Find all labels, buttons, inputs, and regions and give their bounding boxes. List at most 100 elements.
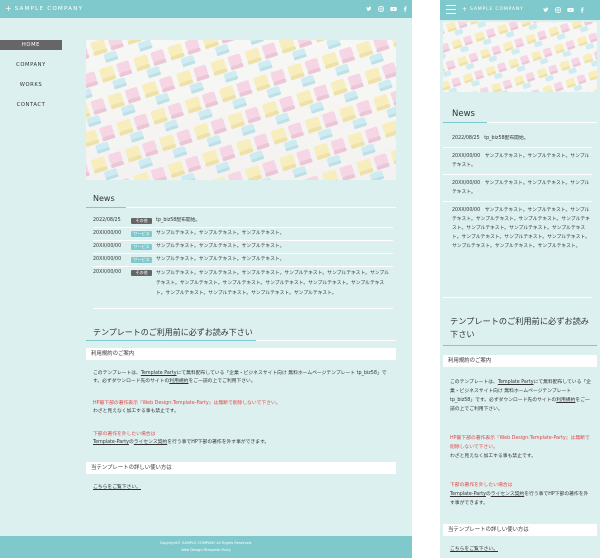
hamburger-menu-icon[interactable]: [446, 5, 456, 16]
news-divider: [93, 227, 393, 228]
sns-links: [366, 6, 408, 12]
terms-link[interactable]: 利用規約: [169, 379, 188, 384]
template-party-link[interactable]: Template Party: [498, 380, 534, 385]
copyright-note: わざと見えなく加工する事も禁止です。: [93, 409, 179, 414]
news-text: サンプルテキスト。サンプルテキスト。サンプルテキスト。サンプルテキスト。サンプル…: [156, 271, 389, 296]
logo-text: SAMPLE COMPANY: [470, 7, 524, 12]
logo-mark: +: [5, 4, 12, 13]
copyright-warning: HP最下部の著作表示『Web Design:Template-Party』は無断…: [450, 436, 590, 450]
nav-contact[interactable]: CONTACT: [0, 100, 62, 110]
usage-link[interactable]: こちらをご覧下さい。: [93, 484, 141, 492]
terms-heading: 利用規約のご案内: [86, 348, 396, 360]
news-category-badge[interactable]: サービス: [131, 231, 152, 237]
pastel-cubes-illustration: [86, 40, 396, 180]
copyright-text: Copyright© SAMPLE COMPANY All Rights Res…: [159, 541, 253, 545]
site-logo[interactable]: + SAMPLE COMPANY: [5, 4, 83, 13]
news-date: 20XX/00/00: [452, 208, 481, 213]
template-title-underline: [86, 340, 396, 341]
news-text[interactable]: tp_biz58配布開始。: [484, 136, 528, 141]
nav-company[interactable]: COMPANY: [0, 60, 62, 70]
hero-image: [443, 22, 597, 92]
terms-link[interactable]: 利用規約: [556, 398, 575, 403]
news-item: 20XX/00/00 サービス サンプルテキスト。サンプルテキスト。サンプルテキ…: [93, 243, 393, 251]
news-category-badge[interactable]: その他: [131, 218, 152, 224]
news-date: 20XX/00/00: [452, 154, 481, 159]
terms-paragraph: このテンプレートは、Template Partyにて無料配布している「企業・ビジ…: [93, 370, 389, 386]
news-item: 2022/08/25 その他 tp_biz58配布開始。: [93, 217, 393, 225]
site-header: + SAMPLE COMPANY: [0, 0, 412, 18]
news-text: サンプルテキスト。サンプルテキスト。サンプルテキスト。サンプルテキスト。サンプル…: [452, 208, 590, 249]
news-text: サンプルテキスト。サンプルテキスト。サンプルテキスト。: [156, 257, 285, 262]
license-heading: 下部の著作を外したい場合は: [450, 483, 513, 488]
news-divider: [93, 266, 393, 267]
license-text: を行う事でHP下部の著作を外す事ができます。: [167, 440, 270, 445]
news-date: 20XX/00/00: [93, 231, 122, 236]
twitter-icon[interactable]: [366, 6, 372, 12]
news-list: 2022/08/25 tp_biz58配布開始。 20XX/00/00 サンプル…: [443, 134, 592, 288]
news-item: 20XX/00/00 サービス サンプルテキスト。サンプルテキスト。サンプルテキ…: [93, 230, 393, 238]
news-divider: [443, 174, 592, 175]
news-item: 2022/08/25 tp_biz58配布開始。: [452, 134, 592, 143]
web-design-credit[interactable]: Web Design:Template-Party: [0, 547, 412, 554]
news-item: 20XX/00/00 サービス サンプルテキスト。サンプルテキスト。サンプルテキ…: [93, 256, 393, 264]
sns-links: [543, 7, 585, 13]
template-party-link[interactable]: Template-Party: [450, 492, 486, 497]
youtube-icon[interactable]: [390, 6, 397, 12]
news-divider: [443, 297, 592, 298]
news-divider: [93, 240, 393, 241]
instagram-icon[interactable]: [378, 6, 384, 12]
template-title: テンプレートのご利用前に必ずお読み下さい: [450, 316, 589, 339]
news-title: News: [452, 109, 475, 119]
logo-mark: +: [462, 6, 468, 13]
twitter-icon[interactable]: [543, 7, 549, 13]
logo-text: SAMPLE COMPANY: [14, 6, 84, 12]
news-date: 2022/08/25: [93, 218, 121, 223]
news-divider: [93, 253, 393, 254]
usage-heading: 当テンプレートの詳しい使い方は: [443, 524, 597, 536]
template-title: テンプレートのご利用前に必ずお読み下さい: [93, 328, 253, 337]
license-notice: 下部の著作を外したい場合は Template-Partyのライセンス契約を行う事…: [93, 431, 389, 447]
news-date: 20XX/00/00: [93, 244, 122, 249]
news-text[interactable]: tp_biz58配布開始。: [156, 217, 200, 225]
nav-home[interactable]: HOME: [0, 40, 62, 50]
template-party-link[interactable]: Template-Party: [93, 440, 129, 445]
mobile-view: + SAMPLE COMPANY News 2022/08/25 tp_biz5…: [440, 0, 600, 558]
instagram-icon[interactable]: [555, 7, 561, 13]
news-date: 20XX/00/00: [93, 257, 122, 262]
template-party-link[interactable]: Template Party: [141, 371, 177, 376]
usage-link[interactable]: こちらをご覧下さい。: [450, 546, 498, 554]
youtube-icon[interactable]: [567, 7, 574, 13]
terms-paragraph: このテンプレートは、Template Partyにて無料配布している「企業・ビジ…: [450, 378, 592, 414]
template-title-underline: [443, 345, 597, 346]
news-text: サンプルテキスト。サンプルテキスト。サンプルテキスト。: [156, 231, 285, 236]
news-category-badge[interactable]: サービス: [131, 244, 152, 250]
news-divider: [93, 308, 393, 309]
news-date: 2022/08/25: [452, 136, 480, 141]
news-category-badge[interactable]: その他: [131, 270, 152, 276]
news-date: 20XX/00/00: [452, 181, 481, 186]
terms-text: このテンプレートは、: [93, 371, 141, 376]
site-logo[interactable]: + SAMPLE COMPANY: [462, 6, 524, 13]
facebook-icon[interactable]: [402, 6, 408, 12]
news-item: 20XX/00/00 その他 サンプルテキスト。サンプルテキスト。サンプルテキス…: [93, 269, 393, 299]
terms-heading: 利用規約のご案内: [443, 355, 597, 367]
license-contract-link[interactable]: ライセンス契約: [491, 492, 524, 497]
usage-heading: 当テンプレートの詳しい使い方は: [86, 462, 396, 474]
license-heading: 下部の著作を外したい場合は: [93, 432, 156, 437]
news-category-badge[interactable]: サービス: [131, 257, 152, 263]
facebook-icon[interactable]: [579, 7, 585, 13]
license-notice: 下部の著作を外したい場合は Template-Partyのライセンス契約を行う事…: [450, 481, 592, 508]
news-item: 20XX/00/00 サンプルテキスト。サンプルテキスト。サンプルテキスト。: [452, 179, 592, 197]
news-divider: [443, 201, 592, 202]
news-list: 2022/08/25 その他 tp_biz58配布開始。 20XX/00/00 …: [93, 217, 393, 299]
news-title-underline: [443, 122, 597, 123]
nav-works[interactable]: WORKS: [0, 80, 62, 90]
license-contract-link[interactable]: ライセンス契約: [134, 440, 167, 445]
hero-image: [86, 40, 396, 180]
site-footer: Copyright© SAMPLE COMPANY All Rights Res…: [0, 536, 412, 558]
copyright-notice: HP最下部の著作表示『Web Design:Template-Party』は無断…: [450, 434, 592, 461]
news-divider: [443, 147, 592, 148]
desktop-view: + SAMPLE COMPANY HOME COMPANY WORKS CONTA…: [0, 0, 412, 558]
news-text: サンプルテキスト。サンプルテキスト。サンプルテキスト。: [156, 244, 285, 249]
news-title: News: [93, 194, 115, 203]
